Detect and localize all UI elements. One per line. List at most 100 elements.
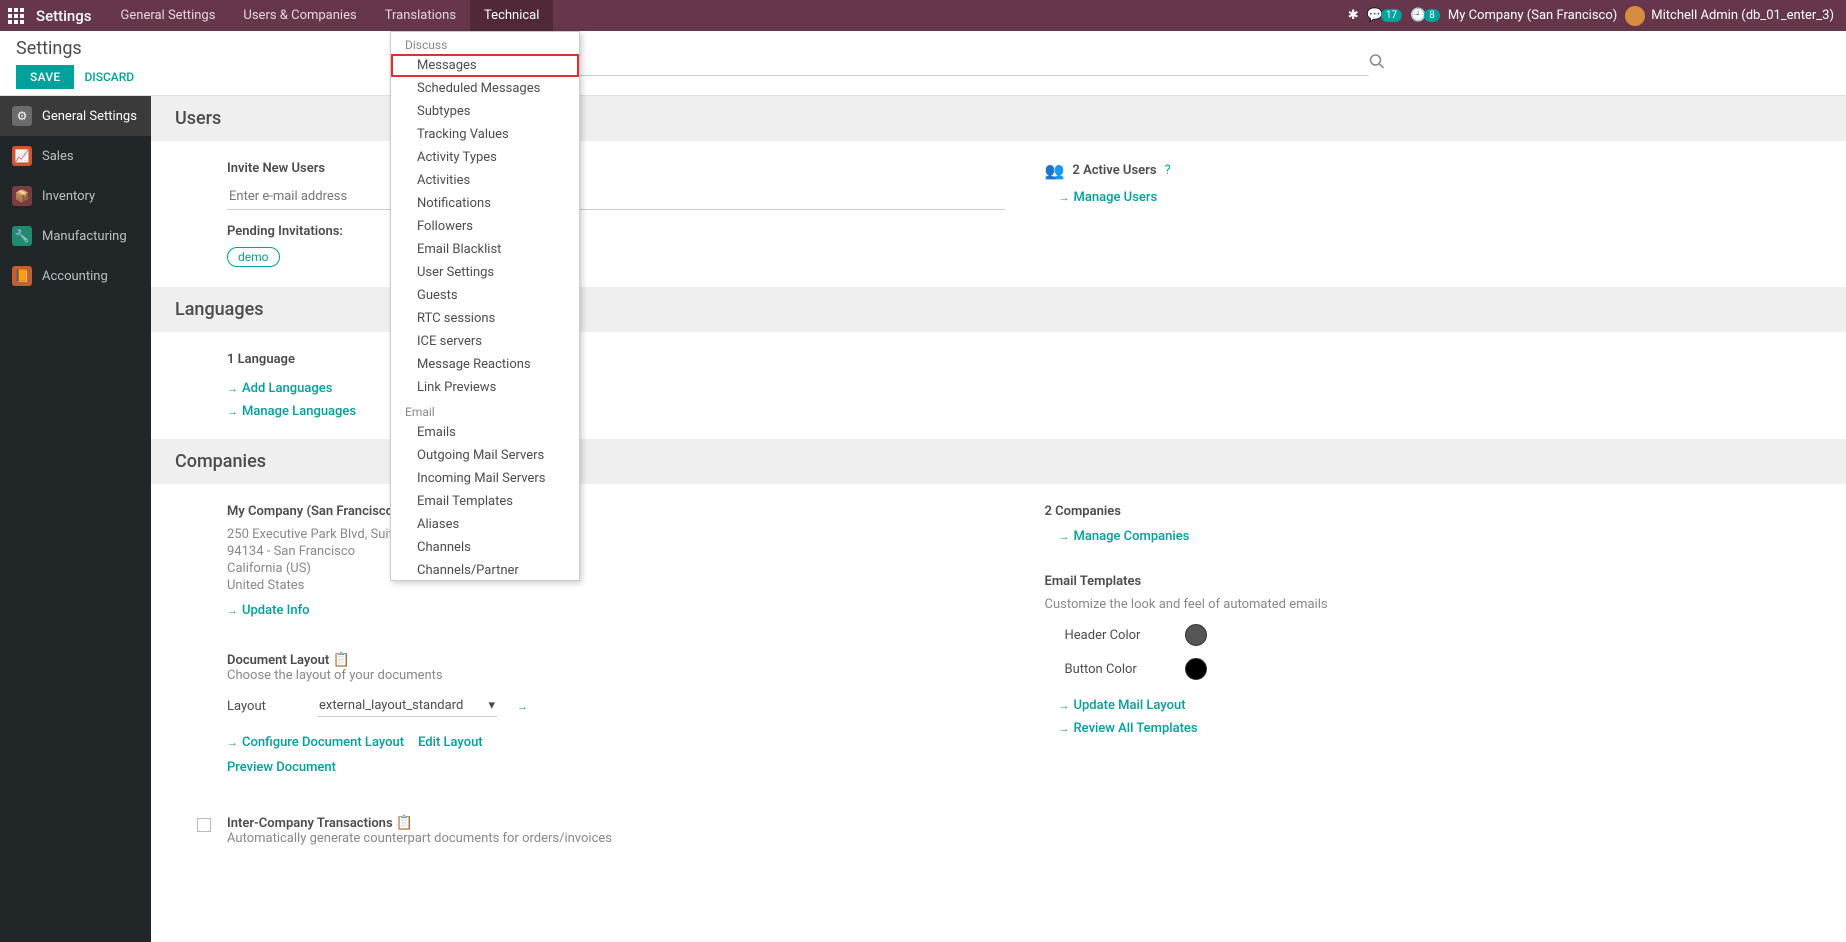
manage-languages-link[interactable]: Manage Languages bbox=[227, 404, 356, 419]
invite-email-input[interactable] bbox=[227, 184, 1005, 210]
company-addr4: United States bbox=[227, 578, 1005, 593]
company-addr3: California (US) bbox=[227, 561, 1005, 576]
menu-item-ice-servers[interactable]: ICE servers bbox=[391, 330, 579, 353]
menu-item-emails[interactable]: Emails bbox=[391, 421, 579, 444]
language-count: 1 Language bbox=[227, 352, 1005, 367]
menu-item-activity-types[interactable]: Activity Types bbox=[391, 146, 579, 169]
inter-company-checkbox[interactable] bbox=[197, 818, 211, 832]
doc-layout-label: Document Layout bbox=[227, 653, 329, 668]
gear-icon: ⚙ bbox=[12, 106, 32, 126]
preview-document-link[interactable]: Preview Document bbox=[227, 760, 336, 775]
activities-icon[interactable]: 🕘8 bbox=[1410, 8, 1440, 23]
clipboard-icon: 📋 bbox=[333, 652, 350, 668]
chevron-down-icon: ▾ bbox=[488, 698, 495, 713]
company-count: 2 Companies bbox=[1045, 504, 1823, 519]
wrench-icon: 🔧 bbox=[12, 226, 32, 246]
layout-value: external_layout_standard bbox=[319, 698, 463, 713]
box-icon: 📦 bbox=[12, 186, 32, 206]
help-icon[interactable]: ? bbox=[1165, 163, 1171, 178]
user-menu[interactable]: Mitchell Admin (db_01_enter_3) bbox=[1625, 6, 1834, 26]
nav-users-companies[interactable]: Users & Companies bbox=[229, 0, 370, 31]
sidebar-item-sales[interactable]: 📈 Sales bbox=[0, 136, 151, 176]
top-navbar: Settings General Settings Users & Compan… bbox=[0, 0, 1846, 31]
layout-select[interactable]: external_layout_standard ▾ bbox=[317, 695, 497, 717]
layout-external-icon[interactable] bbox=[517, 699, 528, 714]
messages-icon[interactable]: 💬17 bbox=[1367, 8, 1402, 23]
layout-label: Layout bbox=[227, 699, 297, 714]
menu-item-email-templates[interactable]: Email Templates bbox=[391, 490, 579, 513]
menu-item-messages[interactable]: Messages bbox=[391, 54, 579, 77]
nav-technical[interactable]: Technical bbox=[470, 0, 553, 31]
edit-layout-link[interactable]: Edit Layout bbox=[418, 735, 483, 750]
menu-group-header: Discuss bbox=[391, 32, 579, 54]
sidebar-item-accounting[interactable]: 📙 Accounting bbox=[0, 256, 151, 296]
save-button[interactable]: SAVE bbox=[16, 65, 74, 89]
email-templates-desc: Customize the look and feel of automated… bbox=[1045, 597, 1823, 612]
menu-group-header: Email bbox=[391, 399, 579, 421]
doc-layout-desc: Choose the layout of your documents bbox=[227, 668, 1005, 683]
company-addr1: 250 Executive Park Blvd, Suite 34 bbox=[227, 527, 1005, 542]
apps-icon[interactable] bbox=[0, 0, 31, 31]
company-addr2: 94134 - San Francisco bbox=[227, 544, 1005, 559]
chart-icon: 📈 bbox=[12, 146, 32, 166]
clipboard-icon: 📋 bbox=[396, 815, 413, 831]
menu-item-channels-partner[interactable]: Channels/Partner bbox=[391, 559, 579, 581]
sidebar-item-manufacturing[interactable]: 🔧 Manufacturing bbox=[0, 216, 151, 256]
username: Mitchell Admin (db_01_enter_3) bbox=[1651, 8, 1834, 23]
sidebar-item-label: Sales bbox=[42, 149, 74, 164]
messages-badge: 17 bbox=[1381, 9, 1402, 22]
nav-translations[interactable]: Translations bbox=[371, 0, 470, 31]
menu-item-subtypes[interactable]: Subtypes bbox=[391, 100, 579, 123]
inter-company-desc: Automatically generate counterpart docum… bbox=[227, 831, 612, 846]
pending-label: Pending Invitations: bbox=[227, 224, 1005, 239]
users-icon: 👥 bbox=[1045, 161, 1065, 180]
breadcrumb: Settings bbox=[16, 38, 134, 59]
technical-dropdown-menu: DiscussMessagesScheduled MessagesSubtype… bbox=[390, 31, 580, 581]
book-icon: 📙 bbox=[12, 266, 32, 286]
sidebar-item-label: Inventory bbox=[42, 189, 95, 204]
menu-item-rtc-sessions[interactable]: RTC sessions bbox=[391, 307, 579, 330]
pending-demo-pill[interactable]: demo bbox=[227, 247, 280, 267]
menu-item-channels[interactable]: Channels bbox=[391, 536, 579, 559]
discard-button[interactable]: DISCARD bbox=[84, 65, 134, 89]
menu-item-message-reactions[interactable]: Message Reactions bbox=[391, 353, 579, 376]
manage-companies-link[interactable]: Manage Companies bbox=[1059, 529, 1190, 544]
manage-users-link[interactable]: Manage Users bbox=[1059, 190, 1158, 205]
menu-item-email-blacklist[interactable]: Email Blacklist bbox=[391, 238, 579, 261]
menu-item-user-settings[interactable]: User Settings bbox=[391, 261, 579, 284]
menu-item-tracking-values[interactable]: Tracking Values bbox=[391, 123, 579, 146]
button-color-swatch[interactable] bbox=[1185, 658, 1207, 680]
update-info-link[interactable]: Update Info bbox=[227, 603, 310, 618]
sidebar-item-inventory[interactable]: 📦 Inventory bbox=[0, 176, 151, 216]
header-color-label: Header Color bbox=[1065, 628, 1165, 643]
sidebar-item-general-settings[interactable]: ⚙ General Settings bbox=[0, 96, 151, 136]
settings-sidebar: ⚙ General Settings 📈 Sales 📦 Inventory 🔧… bbox=[0, 96, 151, 942]
company-switcher[interactable]: My Company (San Francisco) bbox=[1448, 8, 1617, 23]
inter-company-label: Inter-Company Transactions bbox=[227, 816, 393, 831]
header-color-swatch[interactable] bbox=[1185, 624, 1207, 646]
menu-item-aliases[interactable]: Aliases bbox=[391, 513, 579, 536]
email-templates-label: Email Templates bbox=[1045, 574, 1823, 589]
add-languages-link[interactable]: Add Languages bbox=[227, 381, 332, 396]
menu-item-notifications[interactable]: Notifications bbox=[391, 192, 579, 215]
configure-layout-link[interactable]: Configure Document Layout bbox=[227, 735, 404, 750]
update-mail-layout-link[interactable]: Update Mail Layout bbox=[1059, 698, 1186, 713]
app-title: Settings bbox=[31, 7, 107, 25]
search-input[interactable] bbox=[462, 50, 1369, 76]
debug-icon[interactable]: ✱ bbox=[1348, 8, 1359, 23]
sidebar-item-label: General Settings bbox=[42, 109, 137, 124]
menu-item-activities[interactable]: Activities bbox=[391, 169, 579, 192]
menu-item-link-previews[interactable]: Link Previews bbox=[391, 376, 579, 399]
menu-item-scheduled-messages[interactable]: Scheduled Messages bbox=[391, 77, 579, 100]
search-icon[interactable] bbox=[1369, 53, 1385, 73]
menu-item-guests[interactable]: Guests bbox=[391, 284, 579, 307]
review-templates-link[interactable]: Review All Templates bbox=[1059, 721, 1198, 736]
menu-item-followers[interactable]: Followers bbox=[391, 215, 579, 238]
menu-item-outgoing-mail-servers[interactable]: Outgoing Mail Servers bbox=[391, 444, 579, 467]
nav-menu: General Settings Users & Companies Trans… bbox=[107, 0, 554, 31]
sidebar-item-label: Manufacturing bbox=[42, 229, 127, 244]
nav-general-settings[interactable]: General Settings bbox=[107, 0, 230, 31]
sidebar-item-label: Accounting bbox=[42, 269, 108, 284]
menu-item-incoming-mail-servers[interactable]: Incoming Mail Servers bbox=[391, 467, 579, 490]
company-name: My Company (San Francisco) bbox=[227, 504, 1005, 519]
